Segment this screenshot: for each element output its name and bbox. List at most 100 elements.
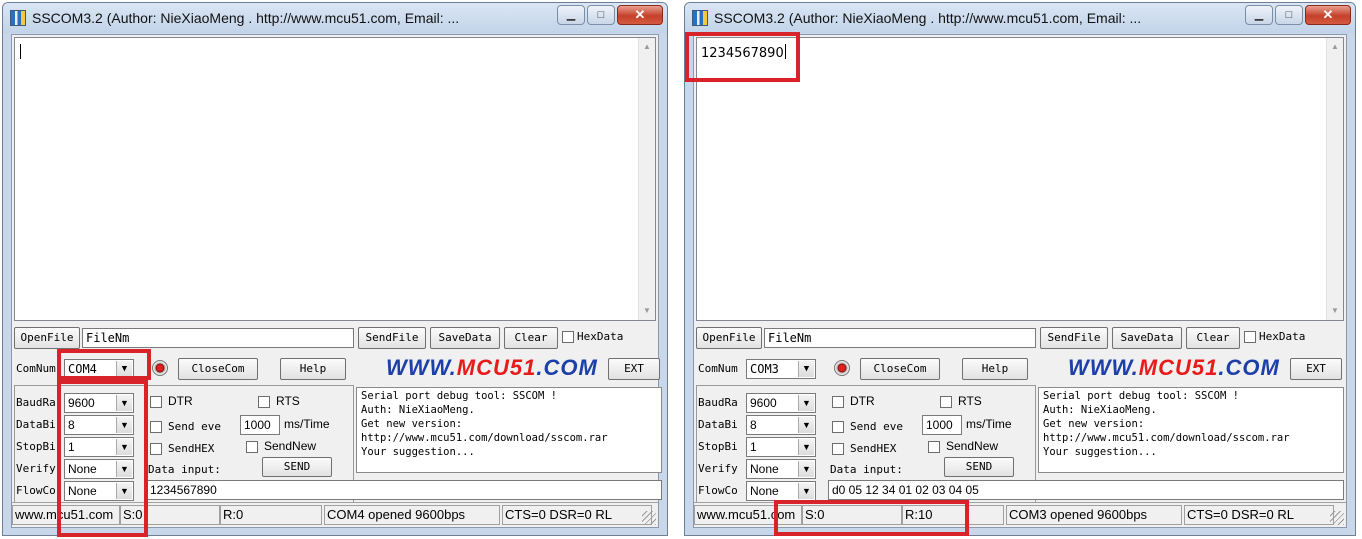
scroll-down-icon[interactable]: ▼ (1327, 304, 1343, 318)
dropdown-arrow-icon[interactable]: ▼ (798, 439, 814, 455)
scroll-down-icon[interactable]: ▼ (639, 304, 655, 318)
send-every-checkbox[interactable] (150, 421, 162, 433)
ext-button[interactable]: EXT (1290, 358, 1342, 380)
status-lines: CTS=0 DSR=0 RL (1184, 505, 1334, 525)
data-input-field[interactable]: 1234567890 (146, 480, 662, 500)
minimize-button[interactable]: ▁ (1245, 5, 1273, 25)
status-lines: CTS=0 DSR=0 RL (502, 505, 652, 525)
dropdown-arrow-icon[interactable]: ▼ (798, 417, 814, 433)
send-file-button[interactable]: SendFile (1040, 327, 1108, 349)
interval-unit: ms/Time (284, 417, 330, 431)
open-file-button[interactable]: OpenFile (696, 327, 762, 349)
close-button[interactable]: ✕ (617, 5, 663, 25)
rts-checkbox[interactable] (258, 396, 270, 408)
clear-button[interactable]: Clear (504, 327, 558, 349)
send-every-checkbox[interactable] (832, 421, 844, 433)
stopbits-label: StopBi (698, 440, 738, 453)
flow-label: FlowCo (698, 484, 738, 497)
flow-select[interactable]: None ▼ (746, 481, 816, 501)
close-icon: ✕ (1322, 7, 1334, 22)
sendnew-checkbox[interactable] (246, 441, 258, 453)
send-button[interactable]: SEND (944, 457, 1014, 477)
baud-label: BaudRa (16, 396, 56, 409)
help-button[interactable]: Help (280, 358, 346, 380)
hexdata-checkbox[interactable] (1244, 331, 1256, 343)
databits-select[interactable]: 8 ▼ (746, 415, 816, 435)
com-port-select[interactable]: COM3 ▼ (746, 359, 816, 379)
data-input-label: Data input: (830, 463, 903, 476)
dtr-label: DTR (850, 394, 875, 408)
vertical-scrollbar[interactable]: ▲ ▼ (1326, 38, 1343, 320)
interval-input[interactable]: 1000 (922, 415, 962, 435)
dtr-label: DTR (168, 394, 193, 408)
app-icon (692, 10, 708, 26)
verify-label: Verify (16, 462, 56, 475)
interval-unit: ms/Time (966, 417, 1012, 431)
minimize-button[interactable]: ▁ (557, 5, 585, 25)
send-every-label: Send eve (168, 420, 221, 433)
dropdown-arrow-icon[interactable]: ▼ (798, 483, 814, 499)
filename-field[interactable]: FileNm (82, 328, 354, 348)
highlight-com-port (57, 349, 151, 380)
interval-input[interactable]: 1000 (240, 415, 280, 435)
verify-select[interactable]: None ▼ (746, 459, 816, 479)
save-data-button[interactable]: SaveData (430, 327, 500, 349)
highlight-counters (774, 500, 969, 536)
save-data-button[interactable]: SaveData (1112, 327, 1182, 349)
comnum-label: ComNum (16, 362, 56, 375)
sendhex-label: SendHEX (850, 442, 897, 455)
window-title: SSCOM3.2 (Author: NieXiaoMeng . http://w… (714, 10, 1142, 26)
clear-button[interactable]: Clear (1186, 327, 1240, 349)
data-input-field[interactable]: d0 05 12 34 01 02 03 04 05 (828, 480, 1344, 500)
dropdown-arrow-icon[interactable]: ▼ (798, 395, 814, 411)
maximize-button[interactable]: □ (587, 5, 615, 25)
dropdown-arrow-icon[interactable]: ▼ (798, 361, 814, 377)
dtr-checkbox[interactable] (832, 396, 844, 408)
dropdown-arrow-icon[interactable]: ▼ (798, 461, 814, 477)
mcu51-logo[interactable]: WWW.MCU51.COM (386, 355, 598, 381)
baud-select[interactable]: 9600 ▼ (746, 393, 816, 413)
sendnew-checkbox[interactable] (928, 441, 940, 453)
close-com-button[interactable]: CloseCom (860, 358, 940, 380)
flow-label: FlowCo (16, 484, 56, 497)
maximize-button[interactable]: □ (1275, 5, 1303, 25)
minimize-icon: ▁ (566, 9, 576, 21)
help-button[interactable]: Help (962, 358, 1028, 380)
scroll-up-icon[interactable]: ▲ (639, 40, 655, 54)
highlight-received-data (685, 32, 800, 82)
rts-label: RTS (958, 394, 982, 408)
resize-grip-icon[interactable] (1330, 511, 1344, 525)
close-com-button[interactable]: CloseCom (178, 358, 258, 380)
maximize-icon: □ (597, 9, 605, 21)
sendnew-label: SendNew (264, 439, 317, 453)
hexdata-label: HexData (577, 330, 624, 343)
send-file-button[interactable]: SendFile (358, 327, 426, 349)
mcu51-logo[interactable]: WWW.MCU51.COM (1068, 355, 1280, 381)
vertical-scrollbar[interactable]: ▲ ▼ (638, 38, 655, 320)
scroll-up-icon[interactable]: ▲ (1327, 40, 1343, 54)
close-button[interactable]: ✕ (1305, 5, 1351, 25)
info-panel: Serial port debug tool: SSCOM ! Auth: Ni… (1038, 387, 1344, 473)
hexdata-checkbox[interactable] (562, 331, 574, 343)
open-file-button[interactable]: OpenFile (14, 327, 80, 349)
record-icon (834, 360, 850, 376)
stopbits-label: StopBi (16, 440, 56, 453)
sendhex-checkbox[interactable] (832, 443, 844, 455)
sscom-window-right: SSCOM3.2 (Author: NieXiaoMeng . http://w… (684, 2, 1356, 536)
title-bar[interactable]: SSCOM3.2 (Author: NieXiaoMeng . http://w… (3, 3, 667, 33)
receive-textarea[interactable]: ▲ ▼ (14, 37, 656, 321)
rts-checkbox[interactable] (940, 396, 952, 408)
ext-button[interactable]: EXT (608, 358, 660, 380)
status-port: COM4 opened 9600bps (324, 505, 500, 525)
filename-field[interactable]: FileNm (764, 328, 1036, 348)
title-bar[interactable]: SSCOM3.2 (Author: NieXiaoMeng . http://w… (685, 3, 1355, 33)
highlight-serial-settings (57, 380, 148, 537)
send-button[interactable]: SEND (262, 457, 332, 477)
dtr-checkbox[interactable] (150, 396, 162, 408)
app-icon (10, 10, 26, 26)
stopbits-select[interactable]: 1 ▼ (746, 437, 816, 457)
resize-grip-icon[interactable] (642, 511, 656, 525)
maximize-icon: □ (1285, 9, 1293, 21)
minimize-icon: ▁ (1254, 9, 1264, 21)
sendhex-checkbox[interactable] (150, 443, 162, 455)
